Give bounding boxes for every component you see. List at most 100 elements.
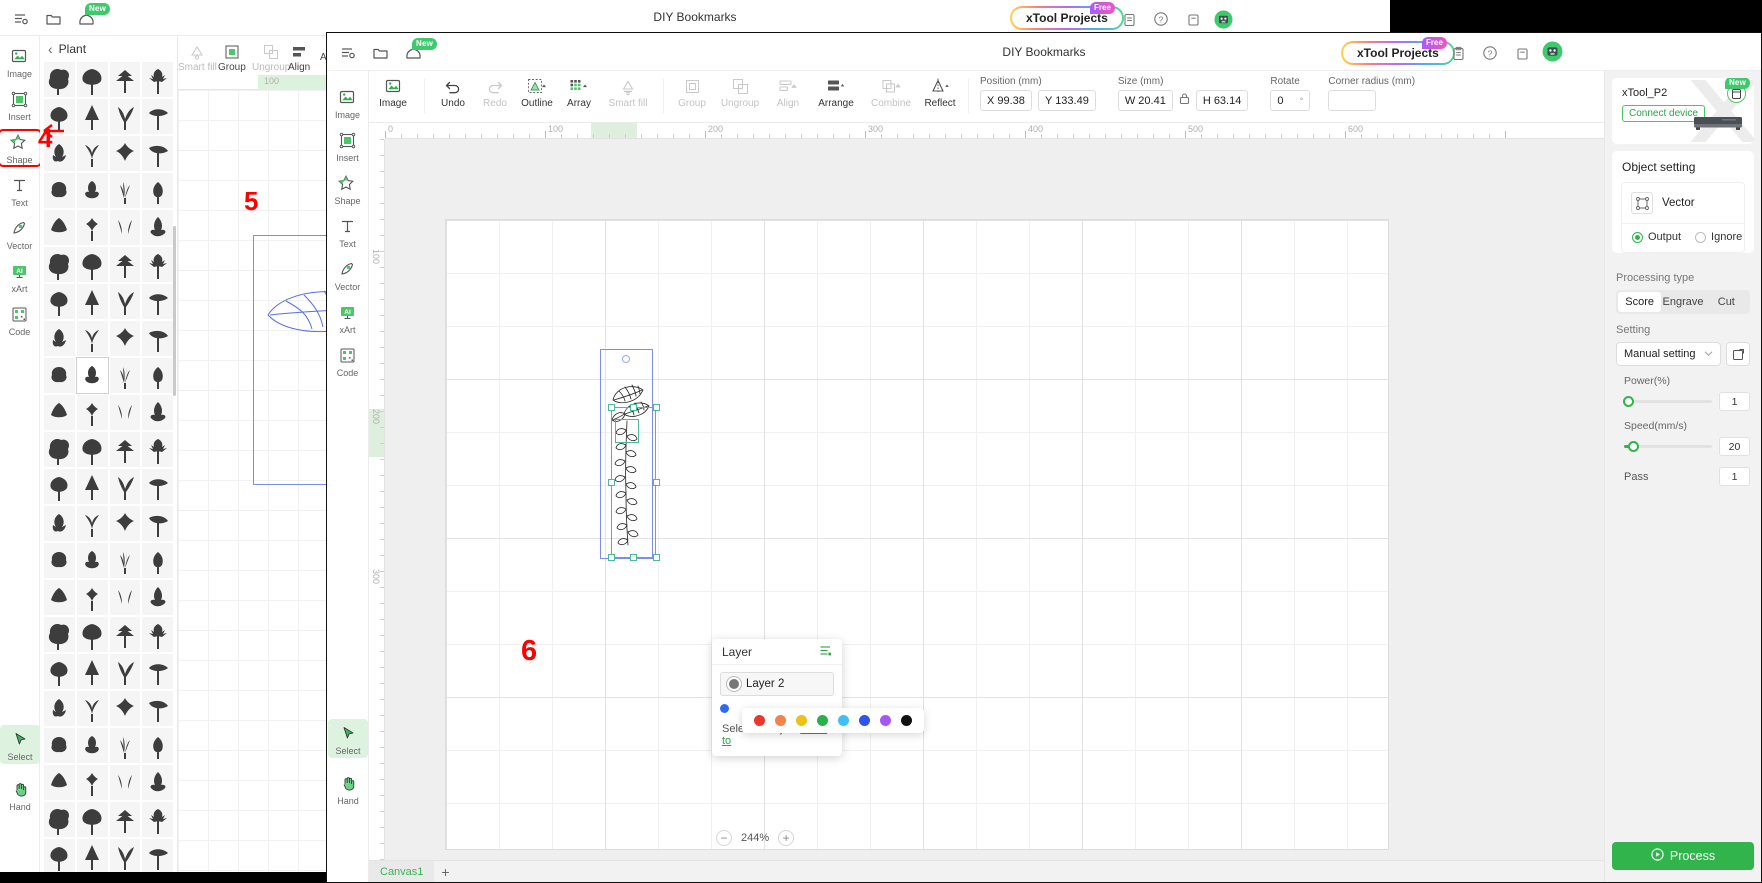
shape-thumbnail[interactable] [109, 99, 141, 134]
shape-thumbnail[interactable] [44, 210, 75, 245]
shape-thumbnail[interactable] [109, 432, 141, 467]
shape-thumbnail[interactable] [44, 358, 75, 393]
power-value[interactable]: 1 [1719, 392, 1750, 411]
shape-thumbnail[interactable] [142, 284, 173, 319]
current-color-swatch[interactable] [720, 704, 729, 713]
radio-ignore[interactable]: Ignore [1695, 231, 1742, 243]
speed-slider[interactable] [1624, 441, 1712, 452]
bot-avatar-icon[interactable] [1212, 8, 1234, 30]
library-scrollbar[interactable] [173, 226, 176, 396]
palette-swatch-2[interactable] [796, 715, 807, 726]
shape-thumbnail[interactable] [44, 543, 75, 578]
shape-thumbnail[interactable] [76, 839, 108, 872]
shape-thumbnail[interactable] [142, 617, 173, 652]
sidebar-item-xart[interactable]: AI xArt [328, 301, 368, 335]
shape-thumbnail[interactable] [109, 654, 141, 689]
zoom-in-button[interactable]: + [778, 830, 795, 846]
toolbar-array[interactable]: Array [558, 76, 600, 109]
shape-thumbnail[interactable] [44, 617, 75, 652]
shape-thumbnail[interactable] [76, 728, 108, 763]
tool-hand[interactable]: Hand [0, 778, 40, 812]
shape-thumbnail[interactable] [76, 99, 108, 134]
palette-swatch-6[interactable] [880, 715, 891, 726]
shape-thumbnail[interactable] [109, 395, 141, 430]
resize-handle-bl[interactable] [608, 554, 615, 561]
palette-swatch-0[interactable] [754, 715, 765, 726]
toolbar-undo[interactable]: Undo [432, 76, 474, 109]
shape-thumbnail[interactable] [76, 432, 108, 467]
shape-thumbnail[interactable] [142, 432, 173, 467]
shape-thumbnail[interactable] [109, 543, 141, 578]
shape-thumbnail[interactable] [142, 802, 173, 837]
resize-handle-tr[interactable] [653, 404, 660, 411]
shape-thumbnail[interactable] [142, 210, 173, 245]
shape-thumbnail[interactable] [109, 839, 141, 872]
shape-thumbnail[interactable] [142, 99, 173, 134]
sidebar-item-code[interactable]: Code [0, 303, 40, 337]
shape-thumbnail[interactable] [76, 654, 108, 689]
shape-thumbnail[interactable] [142, 839, 173, 872]
shape-thumbnail[interactable] [76, 580, 108, 615]
help-icon[interactable]: ? [1479, 42, 1501, 64]
clipboard-icon[interactable] [1118, 8, 1140, 30]
shape-thumbnail[interactable] [76, 617, 108, 652]
sidebar-item-vector[interactable]: Vector [0, 217, 40, 251]
sidebar-item-text[interactable]: Text [328, 215, 368, 249]
shape-thumbnail[interactable] [76, 284, 108, 319]
bg-tool-smartfill[interactable]: Smart fill [178, 42, 217, 73]
shape-thumbnail[interactable] [76, 765, 108, 800]
resize-handle-bc[interactable] [630, 554, 637, 561]
shape-thumbnail[interactable] [44, 691, 75, 726]
position-y-input[interactable]: Y 133.49 [1038, 90, 1096, 111]
palette-swatch-3[interactable] [817, 715, 828, 726]
palette-swatch-4[interactable] [838, 715, 849, 726]
shape-thumbnail[interactable] [142, 691, 173, 726]
shape-thumbnail[interactable] [76, 173, 108, 208]
shape-thumbnail[interactable] [76, 506, 108, 541]
shape-thumbnail[interactable] [142, 506, 173, 541]
shape-thumbnail[interactable] [44, 839, 75, 872]
toolbar-smartfill[interactable]: Smart fill [600, 76, 656, 109]
shape-thumbnail[interactable] [76, 321, 108, 356]
color-palette-popover[interactable] [742, 708, 924, 733]
shape-thumbnail[interactable] [44, 654, 75, 689]
inbox-icon[interactable] [1182, 8, 1204, 30]
resize-handle-mr[interactable] [653, 479, 660, 486]
sidebar-item-xart[interactable]: AI xArt [0, 260, 40, 294]
shape-thumbnail[interactable] [109, 62, 141, 97]
palette-swatch-7[interactable] [901, 715, 912, 726]
toolbar-redo[interactable]: Redo [474, 76, 516, 109]
shape-thumbnail[interactable] [76, 691, 108, 726]
shape-thumbnail[interactable] [76, 802, 108, 837]
setting-mode-select[interactable]: Manual setting [1616, 342, 1721, 366]
layer-item-1[interactable]: Layer 2 [720, 672, 834, 696]
toolbar-group[interactable]: Group [671, 76, 713, 109]
sidebar-item-insert[interactable]: Insert [328, 129, 368, 163]
shape-thumbnail[interactable] [109, 580, 141, 615]
shape-thumbnail[interactable] [142, 321, 173, 356]
shape-thumbnail[interactable] [109, 321, 141, 356]
sidebar-item-shape[interactable]: Shape [328, 172, 368, 206]
shape-thumbnail[interactable] [44, 580, 75, 615]
canvas-tab-1[interactable]: Canvas1 [369, 860, 435, 882]
bg-tool-align[interactable]: Align [288, 42, 310, 73]
shape-thumbnail[interactable] [44, 469, 75, 504]
sidebar-item-vector[interactable]: Vector [328, 258, 368, 292]
shape-thumbnail[interactable] [142, 469, 173, 504]
shape-thumbnail[interactable] [109, 506, 141, 541]
bg-tool-ungroup[interactable]: Ungroup [252, 42, 290, 73]
resize-handle-tc[interactable] [630, 404, 637, 411]
shape-thumbnail[interactable] [142, 136, 173, 171]
shape-thumbnail[interactable] [142, 173, 173, 208]
tab-score[interactable]: Score [1618, 292, 1662, 312]
pass-value[interactable]: 1 [1719, 467, 1750, 486]
inner-selection-box[interactable] [615, 419, 639, 443]
ruler-horizontal[interactable]: 0 100 200 300 400 500 600 [385, 123, 1604, 139]
position-x-input[interactable]: X 99.38 [980, 90, 1032, 111]
add-canvas-button[interactable]: + [434, 861, 456, 883]
work-board[interactable] [445, 219, 1389, 850]
shape-thumbnail[interactable] [76, 469, 108, 504]
process-button[interactable]: Process [1612, 842, 1754, 870]
shape-thumbnail[interactable] [44, 765, 75, 800]
resize-handle-ml[interactable] [608, 479, 615, 486]
